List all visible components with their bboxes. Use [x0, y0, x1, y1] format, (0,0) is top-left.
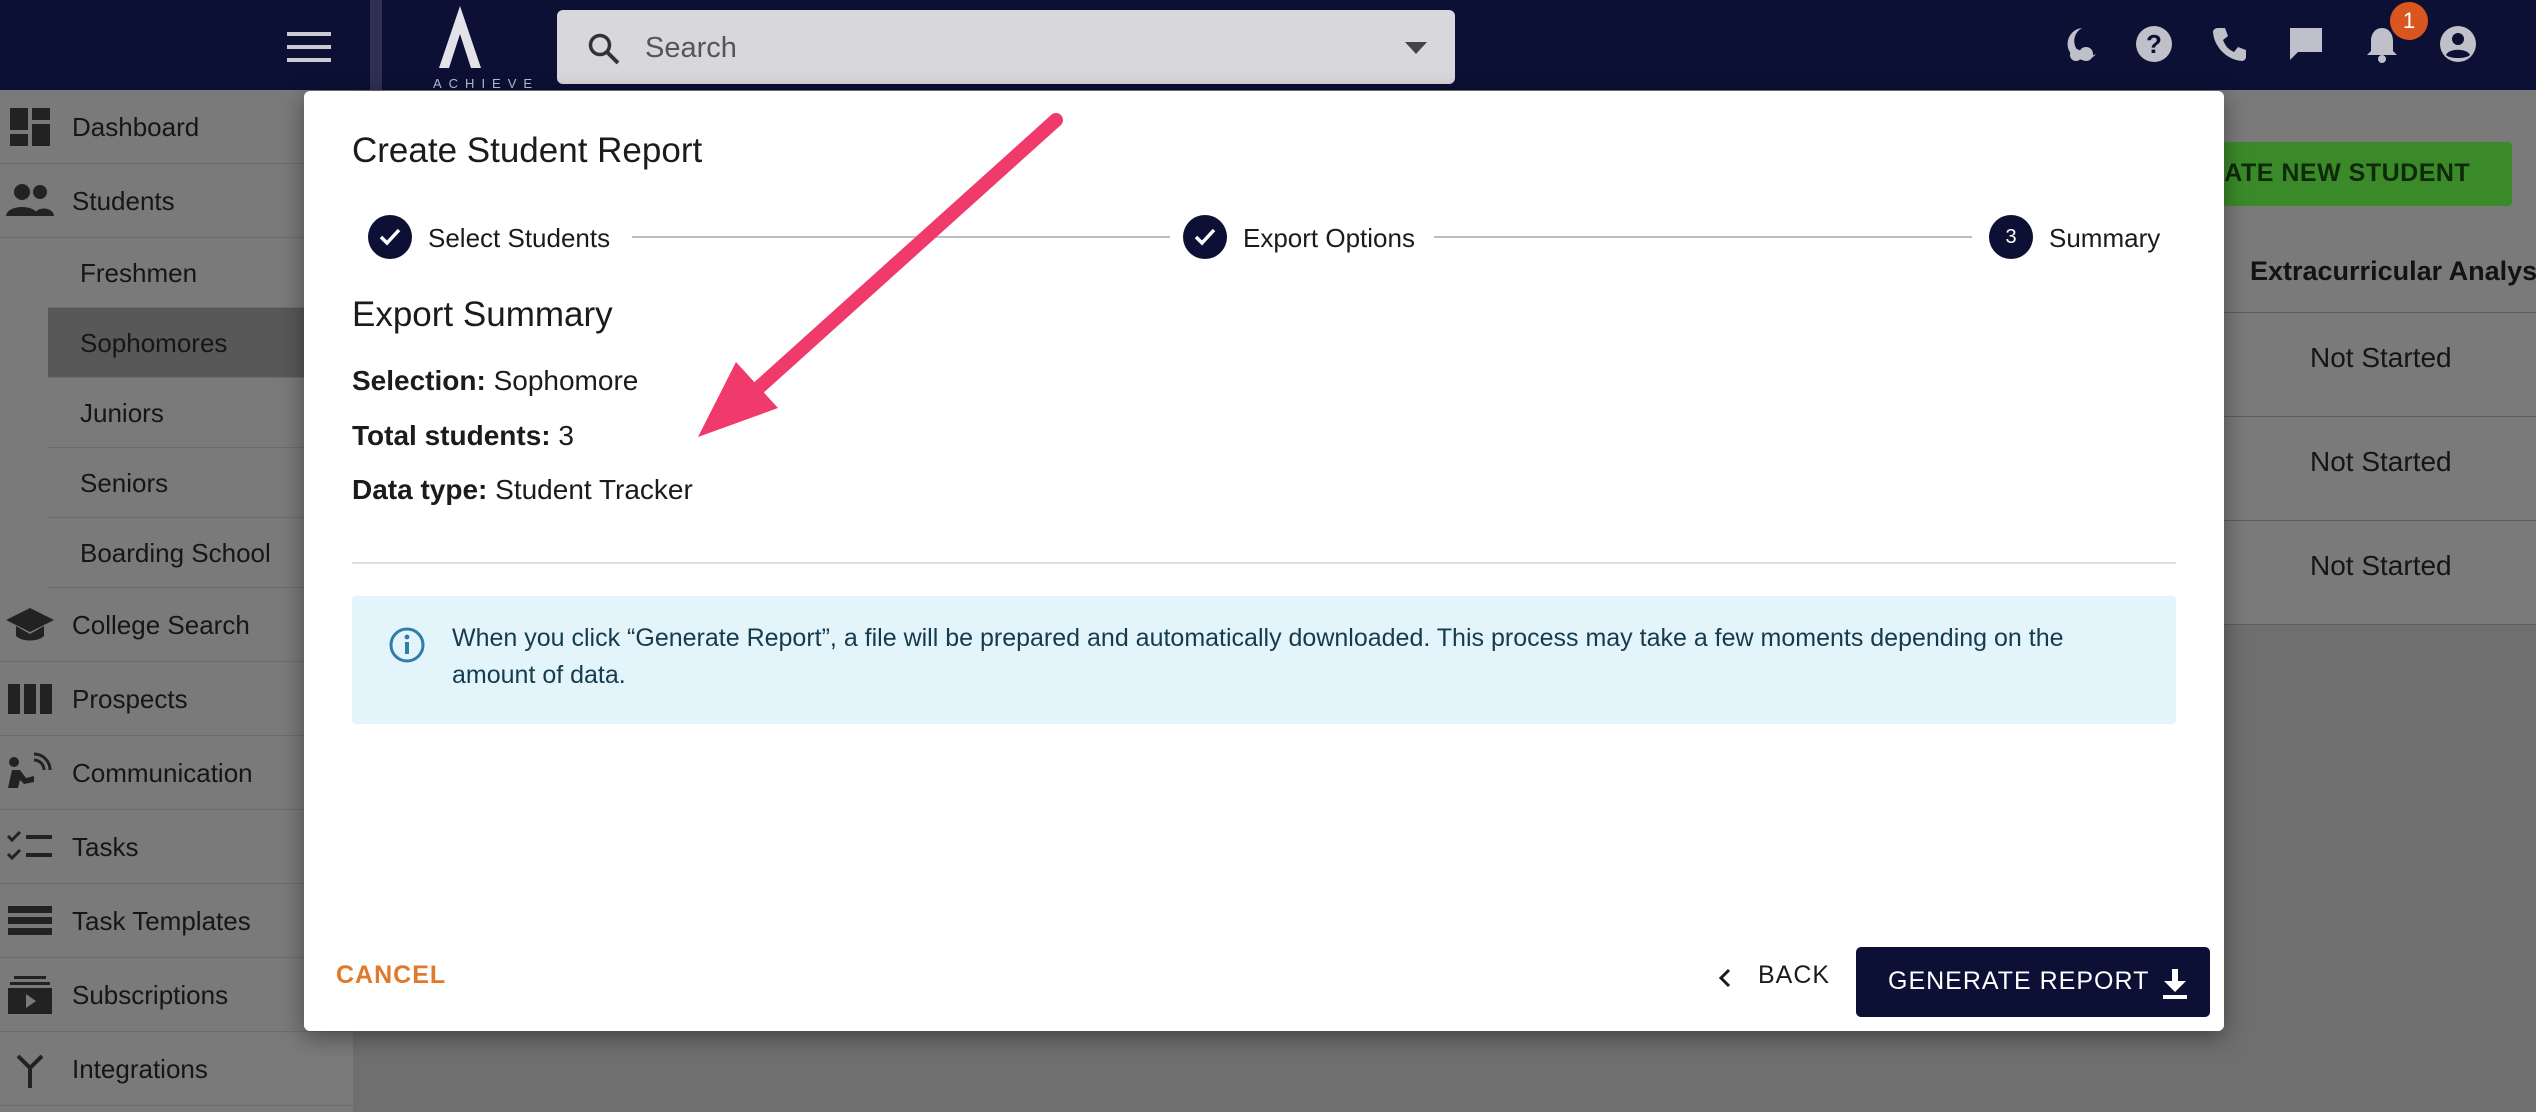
chevron-down-icon[interactable] [1405, 42, 1427, 56]
subscriptions-icon [4, 974, 56, 1016]
chat-icon[interactable] [2286, 24, 2326, 64]
graduation-cap-icon [4, 604, 56, 646]
step-label: Summary [2049, 223, 2161, 253]
cancel-button[interactable]: CANCEL [336, 961, 446, 990]
sidebar-subitem-label: Sophomores [80, 328, 228, 358]
info-alert: When you click “Generate Report”, a file… [352, 596, 2176, 724]
sidebar-divider [370, 0, 382, 90]
row-divider [2222, 624, 2536, 625]
check-icon [368, 215, 412, 259]
total-students-value: 3 [558, 420, 574, 451]
row-divider [2222, 416, 2536, 417]
moon-icon[interactable] [2060, 24, 2100, 64]
step-connector [1434, 236, 1972, 238]
sidebar-item-task-templates[interactable]: Task Templates [0, 884, 353, 958]
download-icon [2160, 967, 2190, 999]
sidebar-subitem-label: Boarding School [80, 538, 271, 568]
back-button[interactable]: BACK [1708, 948, 1838, 1008]
search-input[interactable]: Search [557, 10, 1455, 84]
top-app-bar: ACHIEVE Search ? 1 [0, 0, 2536, 91]
data-type-label: Data type: [352, 474, 488, 505]
divider [352, 562, 2176, 564]
row-divider [2222, 520, 2536, 521]
sidebar-item-dashboard[interactable]: Dashboard [0, 90, 353, 164]
step-label: Select Students [428, 223, 611, 253]
selection-value: Sophomore [493, 365, 639, 396]
sidebar-item-integrations[interactable]: Integrations [0, 1032, 353, 1106]
sidebar-item-college-search[interactable]: College Search [0, 588, 353, 662]
status-cell[interactable]: Not Started [2310, 342, 2452, 374]
search-placeholder: Search [645, 32, 737, 64]
sidebar-subitem-label: Juniors [80, 398, 164, 428]
help-icon[interactable]: ? [2134, 24, 2174, 64]
column-header-extracurricular[interactable]: Extracurricular Analysis [2250, 256, 2536, 287]
sidebar-item-students[interactable]: Students [0, 164, 353, 238]
total-students-row: Total students: 3 [352, 420, 574, 452]
sidebar-item-label: Communication [72, 758, 253, 788]
sidebar-item-label: Subscriptions [72, 980, 229, 1010]
sidebar-item-label: Students [72, 186, 175, 216]
sidebar-item-label: Prospects [72, 684, 188, 714]
svg-text:?: ? [2146, 29, 2162, 59]
sidebar-subitem-label: Freshmen [80, 258, 198, 288]
status-cell[interactable]: Not Started [2310, 446, 2452, 478]
sidebar-item-prospects[interactable]: Prospects [0, 662, 353, 736]
row-divider [2222, 312, 2536, 313]
checklist-icon [4, 826, 56, 868]
columns-icon [4, 678, 56, 720]
search-icon [587, 32, 621, 66]
back-label: BACK [1758, 961, 1831, 989]
data-type-row: Data type: Student Tracker [352, 474, 693, 506]
merge-icon [4, 1048, 56, 1090]
step-label: Export Options [1243, 223, 1415, 253]
logo-text: ACHIEVE [433, 76, 540, 91]
people-icon [4, 180, 56, 222]
sidebar-item-subscriptions[interactable]: Subscriptions [0, 958, 353, 1032]
sidebar-item-label: Dashboard [72, 112, 200, 142]
list-icon [4, 900, 56, 942]
sidebar-item-label: Integrations [72, 1054, 208, 1084]
phone-icon[interactable] [2210, 24, 2250, 64]
sidebar: Dashboard Students Freshmen Sophomores J… [0, 90, 354, 1112]
dialog-title: Create Student Report [352, 131, 703, 170]
app-logo[interactable]: ACHIEVE [425, 4, 535, 91]
step-connector [632, 236, 1170, 238]
dashboard-icon [4, 106, 56, 148]
status-cell[interactable]: Not Started [2310, 550, 2452, 582]
sidebar-item-label: College Search [72, 610, 250, 640]
info-alert-text: When you click “Generate Report”, a file… [452, 624, 2064, 689]
generate-report-label: GENERATE REPORT [1888, 967, 2150, 995]
sidebar-item-tasks[interactable]: Tasks [0, 810, 353, 884]
selection-row: Selection: Sophomore [352, 365, 638, 397]
notification-badge: 1 [2390, 2, 2428, 40]
sidebar-subitem-label: Seniors [80, 468, 169, 498]
total-students-label: Total students: [352, 420, 551, 451]
data-type-value: Student Tracker [495, 474, 693, 505]
step-number: 3 [1989, 215, 2033, 259]
sidebar-item-communication[interactable]: Communication [0, 736, 353, 810]
info-icon [388, 626, 426, 664]
account-icon[interactable] [2438, 24, 2478, 64]
selection-label: Selection: [352, 365, 486, 396]
check-icon [1183, 215, 1227, 259]
hamburger-menu-icon[interactable] [285, 30, 335, 66]
communication-icon [4, 752, 56, 794]
export-summary-heading: Export Summary [352, 295, 613, 334]
chevron-left-icon [1718, 968, 1732, 988]
generate-report-button[interactable]: GENERATE REPORT [1856, 947, 2210, 1017]
create-student-report-dialog: Create Student Report Select Students Ex… [304, 91, 2224, 1031]
sidebar-item-label: Task Templates [72, 906, 251, 936]
sidebar-item-label: Tasks [72, 832, 139, 862]
